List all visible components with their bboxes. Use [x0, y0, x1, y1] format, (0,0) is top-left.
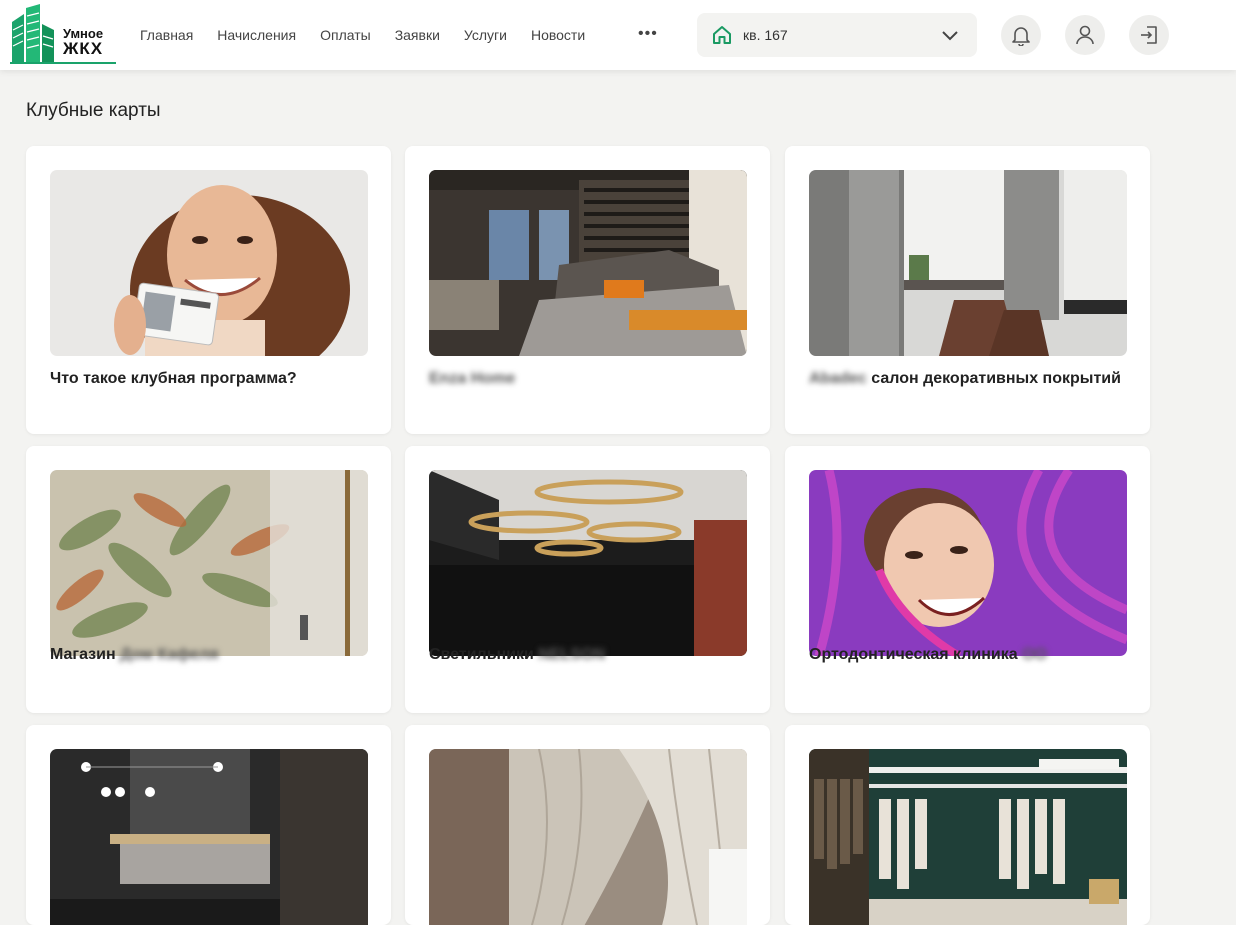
main-nav: Главная Начисления Оплаты Заявки Услуги …	[140, 27, 585, 43]
card-image	[429, 470, 747, 656]
club-card[interactable]	[405, 725, 770, 925]
nav-item-payments[interactable]: Оплаты	[320, 27, 371, 43]
profile-button[interactable]	[1065, 15, 1105, 55]
top-header: Умное ЖКХ Главная Начисления Оплаты Заяв…	[0, 0, 1236, 70]
logo-text-line2: ЖКХ	[63, 39, 104, 58]
notifications-button[interactable]	[1001, 15, 1041, 55]
card-image	[809, 749, 1127, 925]
nav-item-charges[interactable]: Начисления	[217, 27, 296, 43]
card-title: Что такое клубная программа?	[50, 368, 368, 389]
logo-buildings-icon	[12, 4, 54, 62]
card-title-blurred: Enza Home	[429, 370, 516, 387]
card-title-blurred: Abadec	[809, 370, 867, 387]
card-title: Магазин Дом Кафеля	[50, 644, 368, 665]
card-title-text: Что такое клубная программа?	[50, 370, 297, 387]
card-title: Ортодонтическая клиника ОО	[809, 644, 1127, 665]
card-title-blurred: ОО	[1022, 646, 1047, 663]
card-image	[809, 470, 1127, 656]
logo-underline	[10, 62, 116, 64]
club-card[interactable]	[785, 725, 1150, 925]
card-title: Светильники NELSON	[429, 644, 747, 665]
club-card[interactable]: Светильники NELSON	[405, 446, 770, 713]
nav-item-requests[interactable]: Заявки	[395, 27, 440, 43]
nav-item-home[interactable]: Главная	[140, 27, 193, 43]
nav-item-services[interactable]: Услуги	[464, 27, 507, 43]
user-icon	[1076, 25, 1094, 45]
card-image	[429, 749, 747, 925]
page-title: Клубные карты	[26, 100, 161, 121]
home-icon	[713, 26, 731, 44]
nav-item-news[interactable]: Новости	[531, 27, 585, 43]
card-title: Enza Home	[429, 368, 747, 389]
logout-button[interactable]	[1129, 15, 1169, 55]
logout-icon	[1141, 26, 1157, 44]
nav-more-button[interactable]: •••	[638, 25, 658, 43]
card-title: Abadec салон декоративных покрытий	[809, 368, 1127, 389]
card-title-text: салон декоративных покрытий	[871, 370, 1121, 387]
club-card[interactable]: Ортодонтическая клиника ОО	[785, 446, 1150, 713]
card-image	[429, 170, 747, 356]
apartment-label: кв. 167	[743, 27, 788, 43]
card-title-text: Магазин	[50, 646, 116, 663]
card-title-text: Светильники	[429, 646, 534, 663]
card-title-text: Ортодонтическая клиника	[809, 646, 1018, 663]
club-card[interactable]: Abadec салон декоративных покрытий	[785, 146, 1150, 434]
card-image	[50, 749, 368, 925]
club-card[interactable]: Что такое клубная программа?	[26, 146, 391, 434]
chevron-down-icon	[942, 31, 958, 41]
card-image	[50, 470, 368, 656]
club-card[interactable]: Enza Home	[405, 146, 770, 434]
club-card[interactable]: Магазин Дом Кафеля	[26, 446, 391, 713]
apartment-select[interactable]: кв. 167	[697, 13, 977, 57]
card-image	[50, 170, 368, 356]
bell-icon	[1012, 27, 1030, 46]
card-image	[809, 170, 1127, 356]
card-title-blurred: NELSON	[538, 646, 606, 663]
card-title-blurred: Дом Кафеля	[120, 646, 219, 663]
club-card[interactable]	[26, 725, 391, 925]
logo[interactable]: Умное ЖКХ	[8, 4, 118, 64]
